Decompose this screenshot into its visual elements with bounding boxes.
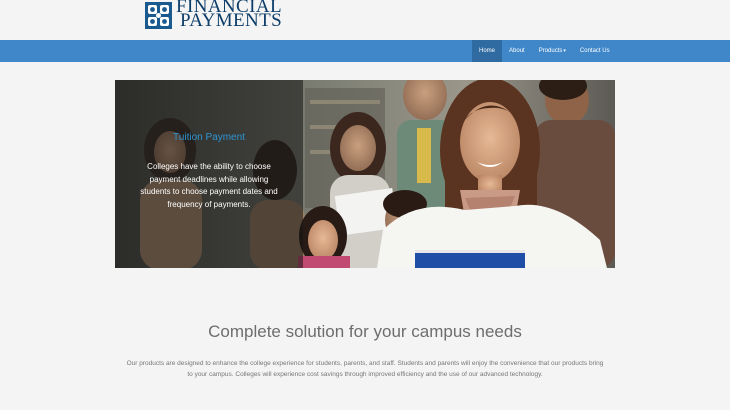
nav-menu: Home About Products▾ Contact Us bbox=[472, 40, 617, 62]
nav-products-label: Products bbox=[538, 48, 563, 54]
hero-caption-text: Colleges have the ability to choose paym… bbox=[140, 162, 278, 209]
site-header: FINANCIAL PAYMENTS bbox=[0, 0, 730, 40]
nav-about-label: About bbox=[509, 48, 525, 54]
nav-home-label: Home bbox=[479, 48, 496, 54]
hero-caption-title: Tuition Payment bbox=[173, 132, 245, 143]
section-title: Complete solution for your campus needs bbox=[208, 322, 522, 341]
nav-products[interactable]: Products▾ bbox=[532, 40, 573, 62]
hero-banner: Tuition Payment Colleges have the abilit… bbox=[115, 80, 615, 268]
nav-about[interactable]: About bbox=[502, 40, 532, 62]
logo-line-2: PAYMENTS bbox=[180, 10, 283, 31]
caret-down-icon: ▾ bbox=[563, 48, 566, 54]
nav-contact-label: Contact Us bbox=[579, 48, 610, 54]
nav-contact[interactable]: Contact Us bbox=[573, 40, 617, 62]
hero-caption-overlay: Tuition Payment Colleges have the abilit… bbox=[115, 80, 303, 268]
navbar: Home About Products▾ Contact Us bbox=[0, 40, 730, 62]
nav-home[interactable]: Home bbox=[472, 40, 503, 62]
logo-text: FINANCIAL PAYMENTS bbox=[176, 0, 283, 31]
section-description: Our products are designed to enhance the… bbox=[126, 360, 604, 378]
logo-mark-icon bbox=[145, 2, 172, 29]
